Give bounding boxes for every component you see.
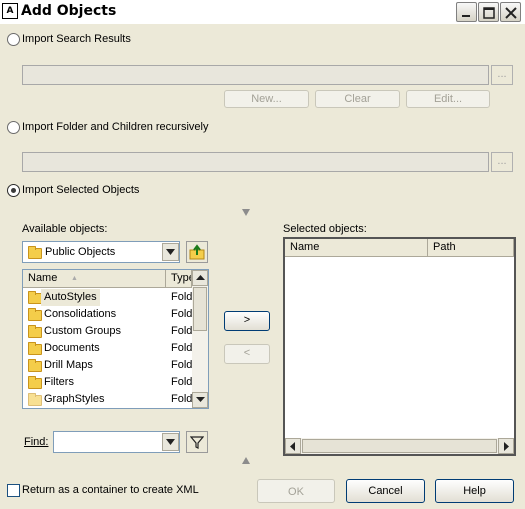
- list-item[interactable]: Consolidations Fold: [23, 306, 192, 323]
- selected-objects-label: Selected objects:: [283, 223, 367, 235]
- import-search-label: Import Search Results: [22, 33, 131, 45]
- maximize-icon: [483, 7, 495, 19]
- close-icon: [505, 7, 517, 19]
- folder-icon: [28, 291, 42, 304]
- selected-objects-list[interactable]: Name Path: [283, 237, 516, 456]
- find-label-text: Find:: [24, 436, 49, 448]
- folder-icon: [28, 393, 42, 406]
- item-name: Documents: [44, 342, 100, 354]
- chevron-down-icon: [166, 439, 175, 445]
- folder-icon: [28, 359, 42, 372]
- list-item[interactable]: GraphStyles Fold: [23, 391, 192, 408]
- available-objects-list[interactable]: Name ▲ Type AutoStyles Fold Consolidatio…: [22, 269, 209, 409]
- minimize-button[interactable]: [456, 2, 477, 22]
- folder-browse-button[interactable]: ...: [491, 152, 513, 172]
- chevron-down-icon: [196, 397, 205, 402]
- folder-icon: [28, 246, 42, 259]
- list-item[interactable]: Drill Maps Fold: [23, 357, 192, 374]
- folder-combo[interactable]: Public Objects: [22, 241, 180, 263]
- cancel-button[interactable]: Cancel: [346, 479, 425, 503]
- help-button[interactable]: Help: [435, 479, 514, 503]
- available-objects-label: Available objects:: [22, 223, 108, 235]
- parent-folder-button[interactable]: [186, 241, 208, 263]
- item-name: Drill Maps: [44, 359, 93, 371]
- maximize-button[interactable]: [478, 2, 499, 22]
- item-name: AutoStyles: [41, 289, 100, 306]
- chevron-up-icon: [196, 275, 205, 280]
- xml-container-checkbox[interactable]: [7, 484, 20, 497]
- search-path-field[interactable]: [22, 65, 489, 85]
- app-icon: A: [2, 3, 18, 19]
- item-name: Filters: [44, 376, 74, 388]
- folder-combo-value: Public Objects: [45, 246, 116, 258]
- import-folder-radio[interactable]: [7, 121, 20, 134]
- selected-name-column-header[interactable]: Name: [285, 239, 428, 257]
- item-name: Consolidations: [44, 308, 117, 320]
- funnel-icon: [190, 436, 204, 449]
- folder-icon: [28, 308, 42, 321]
- find-dropdown[interactable]: [162, 433, 179, 451]
- folder-combo-dropdown[interactable]: [162, 243, 179, 261]
- folder-icon: [28, 342, 42, 355]
- ok-button[interactable]: OK: [257, 479, 335, 503]
- chevron-left-icon: [290, 442, 295, 451]
- add-to-selected-button[interactable]: >: [224, 311, 270, 331]
- item-name: Custom Groups: [44, 325, 122, 337]
- find-label: Find:: [24, 436, 48, 449]
- folder-path-field[interactable]: [22, 152, 489, 172]
- type-column-header[interactable]: Type: [166, 270, 192, 288]
- window-title: Add Objects: [21, 3, 117, 19]
- folder-up-icon: [189, 244, 205, 260]
- import-folder-label: Import Folder and Children recursively: [22, 121, 209, 133]
- scroll-down-button[interactable]: [192, 392, 208, 408]
- scroll-right-button[interactable]: [498, 438, 514, 454]
- list-item[interactable]: AutoStyles Fold: [23, 289, 192, 306]
- available-scrollbar[interactable]: [192, 270, 208, 408]
- collapse-arrow-icon[interactable]: [241, 208, 251, 218]
- filter-button[interactable]: [186, 431, 208, 453]
- folder-icon: [28, 376, 42, 389]
- available-list-header: Name ▲ Type: [23, 270, 192, 288]
- clear-search-button[interactable]: Clear: [315, 90, 400, 108]
- xml-container-label: Return as a container to create XML: [22, 484, 199, 496]
- item-type: Fold: [171, 393, 193, 405]
- search-browse-button[interactable]: ...: [491, 65, 513, 85]
- scroll-up-button[interactable]: [192, 270, 208, 286]
- name-column-label: Name: [28, 272, 58, 284]
- item-type: Fold: [171, 291, 193, 303]
- import-selected-label: Import Selected Objects: [22, 184, 140, 196]
- scroll-left-button[interactable]: [285, 438, 301, 454]
- chevron-down-icon: [166, 249, 175, 255]
- scroll-thumb[interactable]: [193, 287, 207, 331]
- item-name: GraphStyles: [44, 393, 105, 405]
- chevron-right-icon: [504, 442, 509, 451]
- folder-icon: [28, 325, 42, 338]
- item-type: Fold: [171, 325, 193, 337]
- item-type: Fold: [171, 359, 193, 371]
- name-column-header[interactable]: Name ▲: [23, 270, 166, 288]
- item-type: Fold: [171, 308, 193, 320]
- path-column-header[interactable]: Path: [428, 239, 514, 257]
- import-selected-radio[interactable]: [7, 184, 20, 197]
- new-search-button[interactable]: New...: [224, 90, 309, 108]
- edit-search-button[interactable]: Edit...: [406, 90, 490, 108]
- list-item[interactable]: Custom Groups Fold: [23, 323, 192, 340]
- minimize-icon: [462, 15, 470, 17]
- close-button[interactable]: [500, 2, 521, 22]
- sort-indicator-icon: ▲: [71, 275, 78, 282]
- expand-arrow-icon[interactable]: [241, 456, 251, 466]
- find-combo[interactable]: [53, 431, 180, 453]
- list-item[interactable]: Filters Fold: [23, 374, 192, 391]
- selected-list-header: Name Path: [285, 239, 514, 257]
- item-type: Fold: [171, 342, 193, 354]
- remove-from-selected-button[interactable]: <: [224, 344, 270, 364]
- import-search-radio[interactable]: [7, 33, 20, 46]
- selected-h-scrollbar[interactable]: [285, 438, 514, 454]
- list-item[interactable]: Documents Fold: [23, 340, 192, 357]
- h-scroll-thumb[interactable]: [302, 439, 497, 453]
- item-type: Fold: [171, 376, 193, 388]
